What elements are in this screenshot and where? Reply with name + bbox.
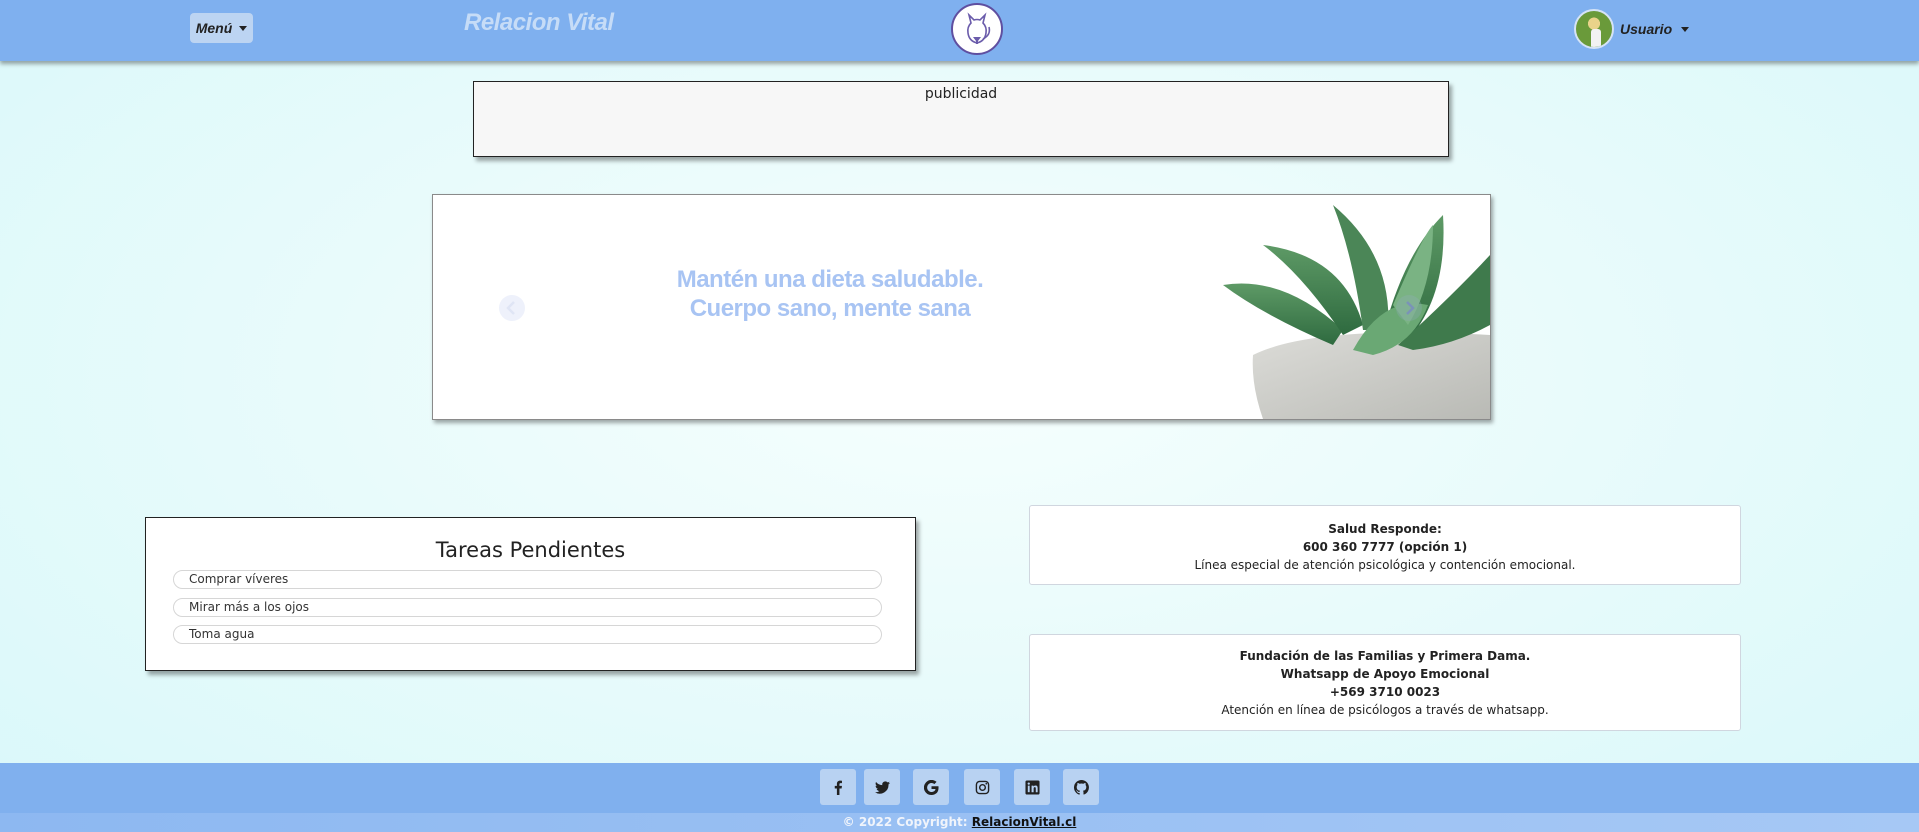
user-label: Usuario — [1620, 21, 1673, 37]
carousel: Mantén una dieta saludable. Cuerpo sano,… — [432, 194, 1491, 420]
tasks-title: Tareas Pendientes — [435, 538, 626, 562]
linkedin-icon — [1024, 779, 1040, 795]
caption-line-1: Mantén una dieta saludable. — [676, 266, 984, 293]
card-title: Fundación de las Familias y Primera Dama… — [1239, 649, 1531, 663]
card-phone: 600 360 7777 (opción 1) — [1302, 540, 1468, 554]
github-button[interactable] — [1063, 769, 1099, 805]
instagram-icon — [975, 780, 989, 794]
google-button[interactable] — [913, 769, 949, 805]
task-item[interactable]: Comprar víveres — [173, 570, 882, 589]
task-item[interactable]: Mirar más a los ojos — [173, 598, 882, 617]
carousel-prev-button[interactable] — [499, 295, 525, 321]
copyright-text: © 2022 Copyright: — [842, 815, 968, 829]
avatar — [1574, 9, 1614, 49]
slide-caption: Mantén una dieta saludable. Cuerpo sano,… — [623, 265, 1037, 323]
twitter-icon — [874, 780, 890, 794]
google-icon — [923, 779, 939, 795]
card-title: Salud Responde: — [1328, 522, 1442, 536]
menu-label: Menú — [195, 20, 233, 36]
twitter-button[interactable] — [864, 769, 900, 805]
footer-social-bar — [0, 763, 1919, 813]
carousel-next-button[interactable] — [1396, 295, 1422, 321]
facebook-icon — [834, 780, 842, 795]
info-card-fundacion: Fundación de las Familias y Primera Dama… — [1029, 634, 1741, 731]
ad-banner[interactable]: publicidad — [473, 81, 1449, 157]
navbar: Menú Relacion Vital Usuario — [0, 0, 1919, 61]
github-icon — [1073, 779, 1089, 795]
pending-tasks-panel: Tareas Pendientes Comprar víveres Mirar … — [145, 517, 916, 671]
task-item[interactable]: Toma agua — [173, 625, 882, 644]
copyright-link[interactable]: RelacionVital.cl — [972, 815, 1077, 829]
user-dropdown[interactable]: Usuario — [1574, 8, 1690, 50]
brand-title[interactable]: Relacion Vital — [464, 9, 614, 37]
card-phone: +569 3710 0023 — [1329, 685, 1441, 699]
caption-line-2: Cuerpo sano, mente sana — [689, 295, 971, 322]
info-card-salud-responde: Salud Responde: 600 360 7777 (opción 1) … — [1029, 505, 1741, 585]
card-description: Atención en línea de psicólogos a través… — [1221, 703, 1549, 717]
card-subtitle: Whatsapp de Apoyo Emocional — [1280, 667, 1490, 681]
succulent-plant-image — [1223, 205, 1490, 419]
caret-down-icon — [1681, 26, 1690, 32]
menu-dropdown-button[interactable]: Menú — [190, 13, 253, 43]
copyright-bar: © 2022 Copyright: RelacionVital.cl — [0, 813, 1919, 832]
chevron-left-icon — [506, 301, 515, 315]
ad-label: publicidad — [924, 86, 998, 102]
instagram-button[interactable] — [964, 769, 1000, 805]
cat-logo-icon[interactable] — [951, 3, 1003, 55]
chevron-right-icon — [1406, 301, 1415, 315]
linkedin-button[interactable] — [1014, 769, 1050, 805]
card-description: Línea especial de atención psicológica y… — [1194, 558, 1576, 572]
facebook-button[interactable] — [820, 769, 856, 805]
caret-down-icon — [239, 25, 248, 31]
